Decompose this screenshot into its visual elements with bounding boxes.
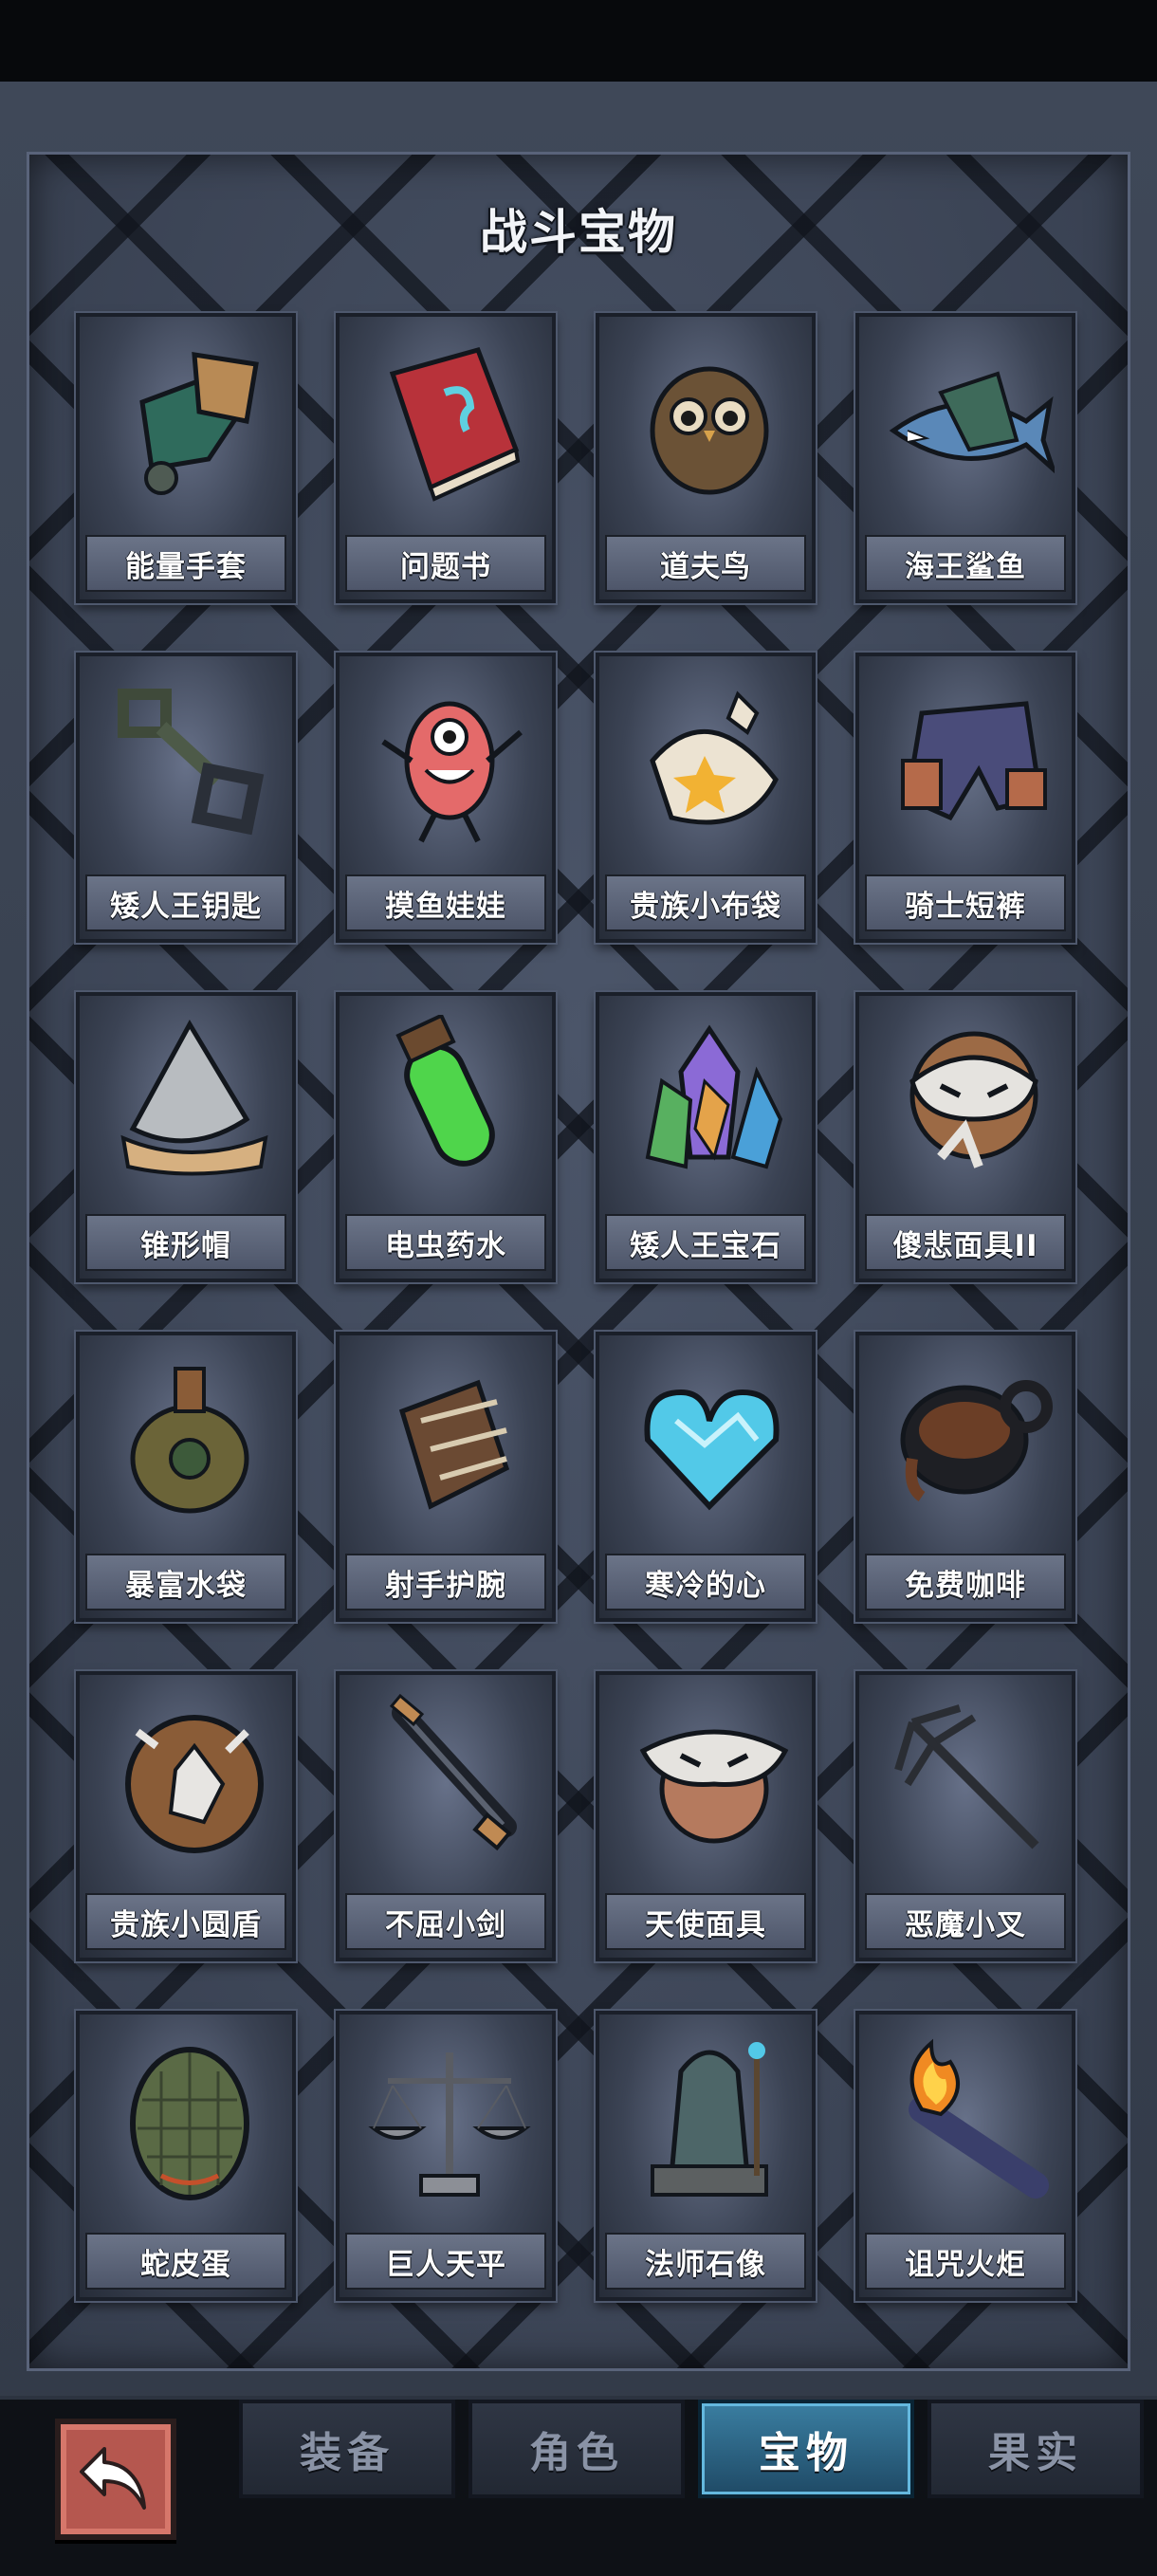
treasure-label: 骑士短裤 <box>865 874 1066 931</box>
treasure-card[interactable]: 道夫鸟 <box>596 313 816 603</box>
treasure-label: 矮人王宝石 <box>605 1214 806 1271</box>
treasure-card[interactable]: 锥形帽 <box>76 992 296 1282</box>
treasure-label: 道夫鸟 <box>605 535 806 592</box>
treasure-card[interactable]: 摸鱼娃娃 <box>336 653 556 943</box>
treasure-label: 恶魔小叉 <box>865 1893 1066 1950</box>
treasure-label: 能量手套 <box>85 535 286 592</box>
treasure-label: 电虫药水 <box>345 1214 546 1271</box>
treasure-card[interactable]: 不屈小剑 <box>336 1671 556 1961</box>
treasure-label: 锥形帽 <box>85 1214 286 1271</box>
treasure-card[interactable]: 暴富水袋 <box>76 1332 296 1622</box>
owl-icon <box>624 336 795 506</box>
treasure-card[interactable]: 巨人天平 <box>336 2011 556 2301</box>
egg-icon <box>104 2033 275 2204</box>
back-button[interactable] <box>55 2419 176 2540</box>
treasure-card[interactable]: 矮人王宝石 <box>596 992 816 1282</box>
mask-icon <box>884 1015 1055 1186</box>
treasure-card[interactable]: 射手护腕 <box>336 1332 556 1622</box>
treasure-label: 摸鱼娃娃 <box>345 874 546 931</box>
page-title: 战斗宝物 <box>480 205 677 260</box>
coffee-icon <box>884 1354 1055 1525</box>
shield-icon <box>104 1694 275 1865</box>
potion-icon <box>364 1013 535 1186</box>
treasure-label: 海王鲨鱼 <box>865 535 1066 592</box>
helmet-icon <box>104 1015 275 1186</box>
treasure-card[interactable]: 问题书 <box>336 313 556 603</box>
treasure-card[interactable]: 电虫药水 <box>336 992 556 1282</box>
tab-character[interactable]: 角色 <box>468 2400 685 2498</box>
sword-icon <box>364 1693 535 1865</box>
treasure-label: 巨人天平 <box>345 2233 546 2290</box>
treasure-label: 寒冷的心 <box>605 1554 806 1610</box>
treasure-label: 诅咒火炬 <box>865 2233 1066 2290</box>
back-arrow-icon <box>80 2447 146 2510</box>
treasure-label: 傻悲面具II <box>865 1214 1066 1271</box>
treasure-card[interactable]: 贵族小圆盾 <box>76 1671 296 1961</box>
torch-icon <box>884 2033 1055 2204</box>
treasure-card[interactable]: 矮人王钥匙 <box>76 653 296 943</box>
treasure-label: 矮人王钥匙 <box>85 874 286 931</box>
treasure-card[interactable]: 法师石像 <box>596 2011 816 2301</box>
scales-icon <box>364 2033 535 2204</box>
treasure-card[interactable]: 骑士短裤 <box>855 653 1075 943</box>
angel-mask-icon <box>624 1694 795 1865</box>
treasure-label: 不屈小剑 <box>345 1893 546 1950</box>
pouch-icon <box>624 675 795 846</box>
treasure-card[interactable]: 贵族小布袋 <box>596 653 816 943</box>
tab-fruit[interactable]: 果实 <box>927 2400 1144 2498</box>
treasure-label: 免费咖啡 <box>865 1554 1066 1610</box>
treasure-card[interactable]: 天使面具 <box>596 1671 816 1961</box>
trident-icon <box>884 1694 1055 1865</box>
treasure-label: 蛇皮蛋 <box>85 2233 286 2290</box>
treasure-label: 天使面具 <box>605 1893 806 1950</box>
treasure-card[interactable]: 寒冷的心 <box>596 1332 816 1622</box>
ice-heart-icon <box>624 1354 795 1525</box>
shark-icon <box>884 336 1058 506</box>
book-icon <box>364 336 535 506</box>
gem-icon <box>624 1015 795 1186</box>
key-icon <box>104 675 275 846</box>
treasure-card[interactable]: 傻悲面具II <box>855 992 1075 1282</box>
treasure-card[interactable]: 蛇皮蛋 <box>76 2011 296 2301</box>
status-bar-area <box>0 0 1157 82</box>
treasure-label: 贵族小布袋 <box>605 874 806 931</box>
treasure-card[interactable]: 免费咖啡 <box>855 1332 1075 1622</box>
treasure-label: 法师石像 <box>605 2233 806 2290</box>
treasure-card[interactable]: 海王鲨鱼 <box>855 313 1075 603</box>
tab-treasure[interactable]: 宝物 <box>698 2400 914 2498</box>
treasure-label: 射手护腕 <box>345 1554 546 1610</box>
waterskin-icon <box>104 1354 275 1525</box>
tab-equipment[interactable]: 装备 <box>239 2400 455 2498</box>
gauntlet-icon <box>104 336 275 506</box>
shorts-icon <box>884 675 1055 846</box>
treasure-label: 问题书 <box>345 535 546 592</box>
treasure-label: 贵族小圆盾 <box>85 1893 286 1950</box>
statue-icon <box>624 2033 795 2204</box>
bracer-icon <box>364 1354 535 1525</box>
treasure-card[interactable]: 诅咒火炬 <box>855 2011 1075 2301</box>
treasure-card[interactable]: 能量手套 <box>76 313 296 603</box>
treasure-label: 暴富水袋 <box>85 1554 286 1610</box>
treasure-grid: 能量手套 问题书 道夫鸟 海王鲨鱼矮人王钥匙 摸鱼娃娃 贵族小布袋 骑士短裤锥形帽 电虫药水 矮… <box>76 313 1081 2305</box>
doll-icon <box>364 675 535 846</box>
treasure-card[interactable]: 恶魔小叉 <box>855 1671 1075 1961</box>
